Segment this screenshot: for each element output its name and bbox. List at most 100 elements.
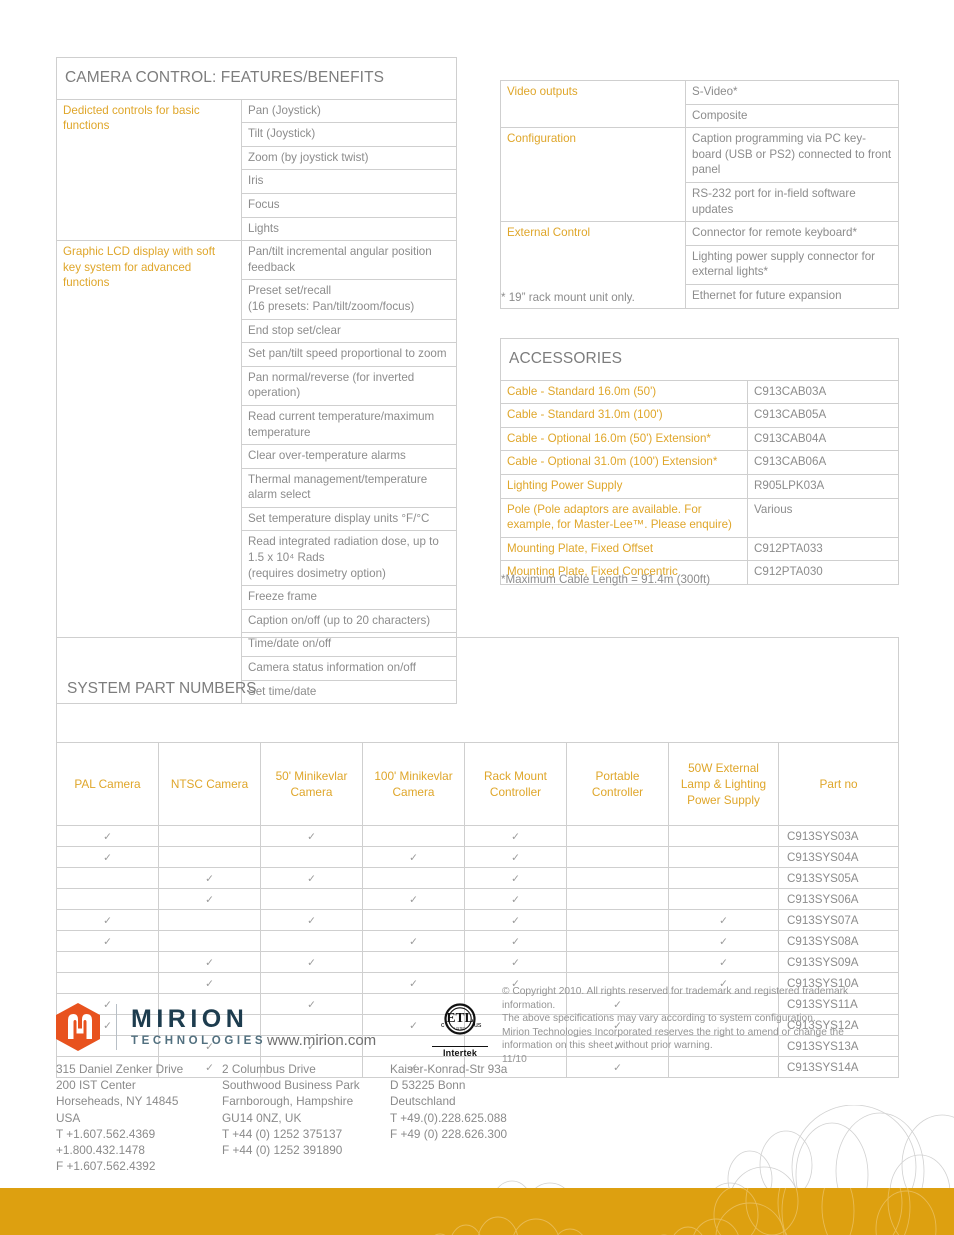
website-link[interactable]: www.mirion.com (267, 1032, 376, 1049)
table-row: ✓ ✓ ✓ C913SYS04A (56, 846, 900, 868)
check-cell: ✓ (362, 972, 465, 994)
empty-cell (260, 888, 363, 910)
address-line: GU14 0NZ, UK (222, 1110, 302, 1125)
mirion-hex-icon (56, 1003, 100, 1051)
feature-item: Pan/tilt incremental angular position fe… (241, 240, 457, 281)
check-icon: ✓ (103, 851, 112, 864)
empty-cell (158, 846, 261, 868)
interface-item: Ethernet for future expansion (685, 283, 899, 309)
table-row: Video outputs S-Video* (500, 79, 899, 129)
check-icon: ✓ (409, 977, 418, 990)
svg-text:ETL: ETL (446, 1010, 473, 1025)
check-cell: ✓ (464, 846, 567, 868)
check-icon: ✓ (205, 977, 214, 990)
copyright-line: © Copyright 2010. All rights reserved fo… (502, 986, 849, 1011)
svg-text:c: c (441, 1022, 445, 1029)
check-cell: ✓ (464, 867, 567, 889)
address-line: T +49.(0).228.625.088 (390, 1110, 507, 1125)
empty-cell (362, 867, 465, 889)
feature-item: Pan (Joystick) (241, 98, 457, 124)
mirion-wordmark: MIRION TECHNOLOGIES (131, 1006, 266, 1048)
accessory-part-number: R905LPK03A (746, 473, 900, 499)
address-line: F +1.607.562.4392 (56, 1159, 156, 1174)
check-icon: ✓ (511, 851, 520, 864)
empty-cell (362, 951, 465, 973)
check-icon: ✓ (205, 872, 214, 885)
empty-cell (668, 888, 779, 910)
copyright-line: 11/10 (502, 1053, 527, 1065)
interface-item: RS-232 port for in-field software update… (685, 181, 899, 223)
wordmark-technologies: TECHNOLOGIES (131, 1035, 267, 1047)
address-usa: 315 Daniel Zenker Drive 200 IST Center Hor… (56, 1061, 226, 1174)
bottom-gold-band (0, 1188, 954, 1235)
table-row: Mounting Plate, Fixed Offset C912PTA033 (500, 536, 900, 562)
address-line: 200 IST Center (56, 1078, 136, 1093)
table-row: ✓ ✓ ✓ C913SYS03A (56, 825, 900, 847)
check-cell: ✓ (56, 825, 159, 847)
feature-group-label: Graphic LCD display with soft key system… (56, 240, 242, 705)
check-cell: ✓ (260, 909, 363, 931)
address-uk: 2 Columbus Drive Southwood Business Park F… (222, 1061, 402, 1158)
empty-cell (362, 825, 465, 847)
feature-item: Focus (241, 192, 457, 218)
interface-group-label: Configuration (500, 127, 686, 223)
empty-cell (362, 909, 465, 931)
table-row: Cable - Optional 16.0m (50') Extension* C… (500, 426, 900, 452)
table-row: ✓ ✓ ✓ ✓ C913SYS07A (56, 909, 900, 931)
address-line: +1.800.432.1478 (56, 1143, 145, 1158)
column-header-5: Rack Mount Controller (464, 742, 567, 826)
table-row: Graphic LCD display with soft key system… (56, 240, 457, 705)
address-line: T +44 (0) 1252 375137 (222, 1126, 343, 1141)
check-icon: ✓ (409, 935, 418, 948)
intertek-label: Intertek (432, 1046, 488, 1058)
copyright-line: The above specifications may vary accord… (502, 1013, 816, 1025)
address-line: 2 Columbus Drive (222, 1062, 316, 1076)
check-cell: ✓ (362, 888, 465, 910)
feature-item: Pan normal/reverse (for inverted operati… (241, 365, 457, 406)
column-header-4: 100' Minikevlar Camera (362, 742, 465, 826)
table-row: Cable - Optional 31.0m (100') Extension*… (500, 450, 900, 475)
column-header-6: Portable Controller (566, 742, 669, 826)
empty-cell (158, 909, 261, 931)
check-cell: ✓ (158, 888, 261, 910)
rack-mount-footnote: * 19” rack mount unit only. (501, 291, 635, 304)
interface-item: Connector for remote keyboard* (685, 221, 899, 246)
address-line: Deutschland (390, 1094, 456, 1109)
system-part-number: C913SYS09A (777, 951, 900, 973)
svg-text:LISTED: LISTED (454, 1027, 466, 1031)
check-icon: ✓ (307, 998, 316, 1011)
check-cell: ✓ (668, 930, 779, 952)
interface-item: Caption programming via PC key-board (US… (685, 127, 899, 183)
accessory-name: Mounting Plate, Fixed Offset (500, 536, 748, 562)
accessory-name: Cable - Optional 16.0m (50') Extension* (500, 426, 748, 452)
address-line: 315 Daniel Zenker Drive (56, 1062, 184, 1076)
check-icon: ✓ (205, 956, 214, 969)
check-icon: ✓ (511, 872, 520, 885)
check-cell: ✓ (56, 930, 159, 952)
check-icon: ✓ (307, 830, 316, 843)
accessories-table: ACCESSORIES Cable - Standard 16.0m (50') C… (499, 338, 900, 585)
accessory-name: Pole (Pole adaptors are available. For e… (500, 497, 748, 538)
feature-item: Caption on/off (up to 20 characters) (241, 608, 457, 634)
interface-item: Composite (685, 103, 899, 129)
check-icon: ✓ (205, 893, 214, 906)
check-icon: ✓ (409, 893, 418, 906)
accessory-name: Cable - Standard 31.0m (100') (500, 403, 748, 428)
empty-cell (668, 846, 779, 868)
check-icon: ✓ (511, 893, 520, 906)
check-cell: ✓ (56, 909, 159, 931)
system-part-number: C913SYS06A (777, 888, 900, 910)
svg-text:us: us (474, 1022, 482, 1029)
column-header-8: Part no (777, 742, 900, 826)
accessories-title: ACCESSORIES (499, 338, 900, 381)
check-icon: ✓ (307, 872, 316, 885)
table-row: Cable - Standard 31.0m (100') C913CAB05A (500, 403, 900, 428)
check-cell: ✓ (464, 888, 567, 910)
check-icon: ✓ (103, 935, 112, 948)
table-row: ✓ ✓ ✓ ✓ C913SYS08A (56, 930, 900, 952)
accessory-name: Cable - Optional 31.0m (100') Extension* (500, 450, 748, 475)
etl-listed-icon: ETL LISTED c us (441, 1003, 482, 1035)
system-part-number: C913SYS03A (777, 825, 900, 847)
empty-cell (56, 951, 159, 973)
feature-group-label: Dedicted controls for basic functions (56, 98, 242, 242)
